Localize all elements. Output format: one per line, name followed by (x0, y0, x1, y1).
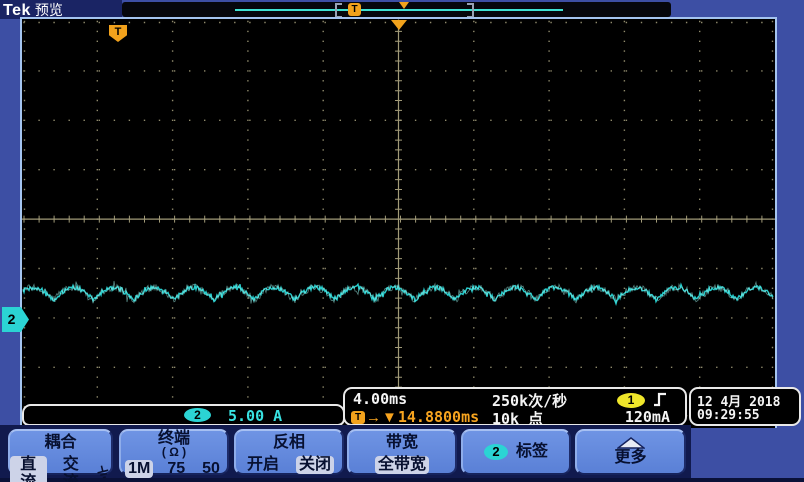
more-title: 更多 (614, 449, 647, 466)
menu-button-termination[interactable]: 终端 ( Ω ) 1M 75 50 (119, 429, 229, 478)
invert-title: 反相 (272, 434, 305, 451)
termination-subtitle: ( Ω ) (161, 445, 187, 459)
termination-title: 终端 (157, 430, 190, 447)
menu-button-more[interactable]: 更多 (575, 429, 686, 475)
ground-icon (95, 464, 111, 482)
bandwidth-option-full: 全带宽 (374, 456, 429, 474)
menu-button-label[interactable]: 2 标签 (461, 429, 571, 475)
menu-button-invert[interactable]: 反相 开启 关闭 (234, 429, 344, 475)
termination-option-1m: 1M (125, 460, 154, 478)
trigger-level-readout: 120mA (624, 408, 670, 426)
up-arrow-icon (616, 437, 645, 449)
trigger-marker-glyph: ▼ (382, 408, 397, 426)
oscilloscope-screen: Tek 预览 T T 2 2 5.00 A 4.00ms 250k次/秒 1 T →… (0, 0, 804, 482)
coupling-option-ac: 交流 (62, 456, 79, 482)
record-waveform-line (235, 9, 563, 11)
label-title: 标签 (515, 443, 548, 460)
trigger-arrow: → (366, 408, 381, 426)
window-bracket-left (335, 3, 342, 18)
termination-option-50: 50 (202, 460, 220, 477)
channel2-badge: 2 (184, 408, 211, 422)
menu-button-bandwidth[interactable]: 带宽 全带宽 (347, 429, 457, 475)
termination-option-75: 75 (167, 460, 186, 477)
horizontal-trigger-readout-box: 4.00ms 250k次/秒 1 T → ▼ 14.8800ms 10k 点 120m… (343, 387, 687, 428)
window-bracket-right (467, 3, 474, 18)
channel2-scale-readout: 5.00 A (228, 407, 283, 425)
acquisition-mode-label: 预览 (34, 2, 63, 18)
datetime-box: 12 4月 2018 09:29:55 (689, 387, 801, 426)
trigger-source-badge: 1 (617, 393, 645, 408)
trigger-delay-readout: T → ▼ 14.8800ms (351, 408, 479, 426)
invert-option-on: 开启 (246, 456, 279, 473)
channel2-readout-box: 2 5.00 A (22, 404, 345, 426)
trigger-position-marker-icon[interactable] (391, 20, 407, 30)
label-channel-badge: 2 (483, 444, 508, 460)
menu-button-coupling[interactable]: 耦合 直流 交流 (8, 429, 113, 482)
record-overview-bar: T (122, 2, 671, 18)
trigger-t-icon: T (351, 410, 365, 424)
trigger-position-icon[interactable]: T (348, 3, 361, 16)
invert-option-off: 关闭 (296, 456, 335, 474)
trigger-delay-value: 14.8800ms (397, 408, 480, 426)
time-readout: 09:29:55 (697, 408, 760, 423)
graticule (20, 17, 777, 428)
bandwidth-title: 带宽 (385, 434, 418, 451)
timebase-readout: 4.00ms (353, 390, 408, 408)
coupling-option-dc: 直流 (10, 456, 47, 482)
coupling-title: 耦合 (44, 434, 77, 451)
expansion-point-icon (399, 2, 409, 9)
bottom-strip (0, 478, 804, 482)
